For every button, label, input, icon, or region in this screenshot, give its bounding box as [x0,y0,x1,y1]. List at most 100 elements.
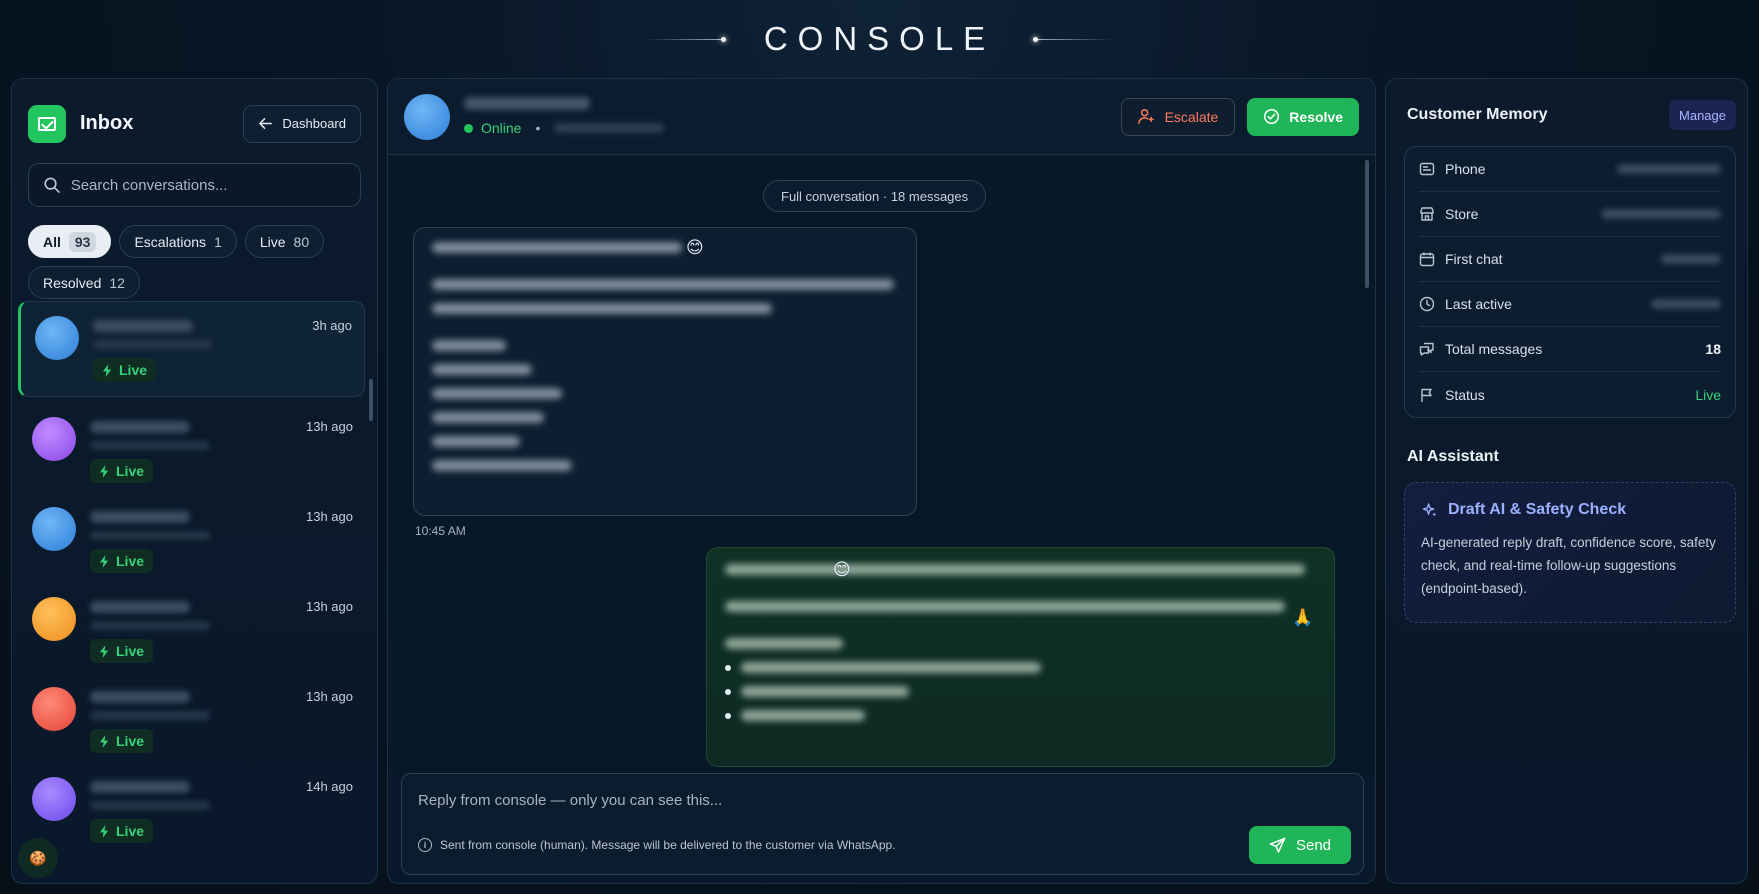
memory-row-store: Store [1419,192,1721,237]
memory-label: First chat [1445,251,1503,267]
conversation-item[interactable]: Live 3h ago [18,301,365,397]
search-icon [44,177,60,193]
filter-label: Resolved [43,274,102,291]
user-alert-icon [1137,108,1154,124]
status-label: Live [116,823,145,839]
bolt-icon [99,644,109,658]
status-badge: Live [90,639,154,663]
memory-value-redacted [1617,164,1721,174]
memory-title: Customer Memory [1407,106,1548,123]
filter-live[interactable]: Live 80 [244,225,325,258]
filter-resolved[interactable]: Resolved 12 [28,266,140,299]
dashboard-button-label: Dashboard [282,116,346,131]
avatar [32,507,76,551]
message-time: 10:45 AM [415,524,466,538]
memory-row-first-chat: First chat [1419,237,1721,282]
memory-value-redacted [1661,254,1721,264]
inbox-panel: Inbox Dashboard All 93 Escalations 1 Liv… [11,78,378,884]
store-icon [1420,207,1434,221]
conversation-list: Live 3h ago Live 13h ago Live 13h ago Li… [18,301,365,853]
filter-label: All [43,233,61,250]
bolt-icon [99,734,109,748]
contact-name-redacted [464,97,590,110]
memory-row-last-active: Last active [1419,282,1721,327]
redacted-text [432,242,682,253]
memory-label: Last active [1445,296,1512,312]
filter-chips: All 93 Escalations 1 Live 80 Resolved 12 [12,207,342,299]
redacted-text [741,710,865,721]
filter-label: Live [259,233,286,250]
inbox-logo-icon [28,104,66,143]
incoming-message: 😊 [413,227,917,516]
escalate-button[interactable]: Escalate [1120,97,1236,136]
separator: • [535,120,541,136]
filter-escalations[interactable]: Escalations 1 [119,225,237,258]
info-icon: i [418,838,432,852]
status-badge: Live [90,819,154,843]
redacted-text [432,460,572,471]
phone-icon [1419,162,1435,176]
memory-value-redacted [1601,209,1721,219]
calendar-icon [1419,252,1435,267]
status-badge: Live [93,358,157,382]
ai-card-description: AI-generated reply draft, confidence sco… [1421,535,1716,596]
search-box[interactable] [28,163,361,207]
conversation-item[interactable]: Live 13h ago [18,673,365,763]
resolve-button[interactable]: Resolve [1247,97,1359,136]
redacted-text [432,340,506,351]
pray-emoji-icon: 🙏 [1292,608,1314,627]
conversation-item[interactable]: Live 14h ago [18,763,365,853]
contact-phone-redacted [90,621,210,630]
avatar [32,687,76,731]
search-input[interactable] [70,176,346,194]
memory-label: Phone [1445,161,1486,177]
contact-name-redacted [90,691,190,703]
conversation-time: 13h ago [306,689,353,704]
send-button[interactable]: Send [1249,826,1351,864]
clock-icon [1419,296,1435,312]
filter-all[interactable]: All 93 [28,225,112,258]
chat-scrollbar[interactable] [1365,160,1369,288]
contact-name-redacted [90,421,190,433]
inbox-header: Inbox Dashboard [12,79,377,149]
ai-safety-card[interactable]: Draft AI & Safety Check AI-generated rep… [1404,482,1736,623]
online-status: Online [481,120,522,136]
reply-input[interactable] [418,792,1118,809]
smile-emoji-icon: 😊 [686,238,704,257]
memory-row-phone: Phone [1419,147,1721,192]
list-item [725,710,1316,734]
arrow-left-icon [259,118,273,129]
resolve-label: Resolve [1289,108,1343,125]
composer-note: i Sent from console (human). Message wil… [418,838,896,852]
conversation-time: 13h ago [306,509,353,524]
send-icon [1269,837,1286,853]
memory-value: 18 [1705,341,1721,357]
customer-memory-panel: Customer Memory Manage Phone Store First… [1385,78,1748,884]
contact-status-row: Online • [464,120,665,136]
ai-assistant-title: AI Assistant [1407,448,1499,465]
avatar [35,316,79,360]
contact-phone-redacted [93,340,213,349]
top-bar: CONSOLE [0,0,1759,78]
redacted-text [432,388,562,399]
filter-count: 80 [293,233,310,250]
contact-name-redacted [90,601,190,613]
conversation-item[interactable]: Live 13h ago [18,403,365,493]
memory-label: Status [1445,386,1485,403]
redacted-text [432,364,532,375]
conversation-count-pill: Full conversation · 18 messages [763,180,987,212]
manage-button[interactable]: Manage [1669,100,1736,130]
avatar [32,597,76,641]
inbox-scrollbar[interactable] [369,379,373,421]
contact-name-redacted [90,781,190,793]
conversation-item[interactable]: Live 13h ago [18,493,365,583]
conversation-item[interactable]: Live 13h ago [18,583,365,673]
conversation-time: 13h ago [306,419,353,434]
status-label: Live [116,643,145,659]
filter-count: 12 [109,274,125,291]
chat-contact-info: Online • [464,97,665,136]
memory-row-total-messages: Total messages 18 [1419,327,1721,372]
sparkle-icon [1422,502,1437,517]
dashboard-button[interactable]: Dashboard [243,104,361,143]
list-item [725,662,1316,686]
